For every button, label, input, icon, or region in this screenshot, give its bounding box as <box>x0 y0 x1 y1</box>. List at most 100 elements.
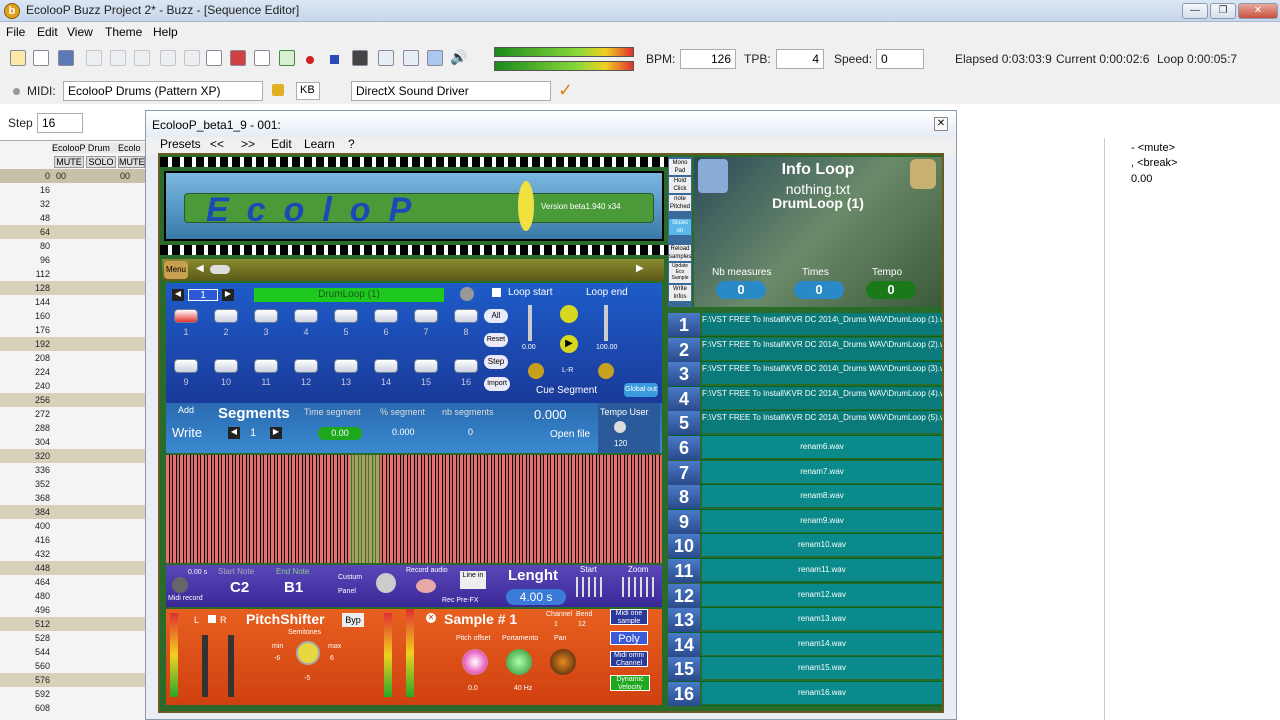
prev-sample-icon[interactable]: ◀ <box>172 289 184 301</box>
sample-slot[interactable]: 5 F:\VST FREE To Install\KVR DC 2014\_Dru… <box>668 411 942 436</box>
zoom-slider[interactable] <box>622 577 656 597</box>
record-audio-button[interactable] <box>416 579 436 593</box>
arrow-left-icon[interactable]: ◀ <box>196 263 204 274</box>
sequence-row[interactable]: 64 <box>0 225 145 239</box>
speed-select[interactable]: 0 <box>876 49 924 69</box>
open-file-icon[interactable] <box>33 50 49 66</box>
sequence-row[interactable]: 304 <box>0 435 145 449</box>
pan-knob[interactable] <box>550 649 576 675</box>
sample-index[interactable]: 1 <box>188 289 218 301</box>
drum-pad-14[interactable] <box>374 359 398 373</box>
sample-slot[interactable]: 9 renam9.wav <box>668 509 942 535</box>
segment-next-icon[interactable]: ▶ <box>270 427 282 439</box>
drum-pad-11[interactable] <box>254 359 278 373</box>
global-out-button[interactable]: Global out <box>624 383 658 397</box>
start-slider[interactable] <box>576 577 606 597</box>
sample-slot-number[interactable]: 9 <box>668 509 700 534</box>
sample-slot-number[interactable]: 11 <box>668 559 700 583</box>
track-header-1[interactable]: EcolooP Drum <box>52 143 118 153</box>
sequence-row[interactable]: 576 <box>0 673 145 687</box>
plugin-close-icon[interactable]: ✕ <box>934 117 948 131</box>
drum-pad-7[interactable] <box>414 309 438 323</box>
sequence-row[interactable]: 512 <box>0 617 145 631</box>
sample-slot[interactable]: 11 renam11.wav <box>668 559 942 584</box>
import-button[interactable]: Import <box>484 377 510 391</box>
play-icon[interactable] <box>279 50 295 66</box>
sequence-row[interactable]: 336 <box>0 463 145 477</box>
sequence-row[interactable]: 320 <box>0 449 145 463</box>
sequence-view-icon[interactable] <box>254 50 270 66</box>
sample-slot-number[interactable]: 14 <box>668 632 700 657</box>
pattern-item-break[interactable]: , <break> <box>1131 157 1177 169</box>
sequence-row[interactable]: 288 <box>0 421 145 435</box>
redo-icon[interactable] <box>184 50 200 66</box>
drum-pad-3[interactable] <box>254 309 278 323</box>
write-infos-button[interactable]: Write Infos <box>669 285 691 301</box>
sample-slot-number[interactable]: 10 <box>668 534 700 559</box>
record-icon[interactable] <box>306 56 314 64</box>
drum-pad-5[interactable] <box>334 309 358 323</box>
sequence-row[interactable]: 176 <box>0 323 145 337</box>
sample-slot[interactable]: 3 F:\VST FREE To Install\KVR DC 2014\_Dru… <box>668 362 942 387</box>
sequence-row[interactable]: 432 <box>0 547 145 561</box>
sequence-row[interactable]: 528 <box>0 631 145 645</box>
sequence-row[interactable]: 240 <box>0 379 145 393</box>
note-pitched-button[interactable]: note Pitched <box>669 195 691 211</box>
stop-icon[interactable] <box>330 55 339 64</box>
sample-slot-number[interactable]: 7 <box>668 460 700 485</box>
sample-slot[interactable]: 4 F:\VST FREE To Install\KVR DC 2014\_Dru… <box>668 386 942 412</box>
sequence-row[interactable]: 272 <box>0 407 145 421</box>
loop-icon[interactable] <box>352 50 368 66</box>
info-icon[interactable] <box>427 50 443 66</box>
slices-on-button[interactable]: Slices on <box>669 219 691 235</box>
sample-close-icon[interactable]: ✕ <box>426 613 436 623</box>
midi-record-knob[interactable] <box>172 577 188 593</box>
all-button[interactable]: All <box>484 309 508 323</box>
sequence-row[interactable]: 560 <box>0 659 145 673</box>
keyboard-toggle[interactable]: KB <box>296 82 320 100</box>
reset-button[interactable]: Reset <box>484 333 508 347</box>
sequence-row[interactable]: 448 <box>0 561 145 575</box>
sample-slot[interactable]: 1 F:\VST FREE To Install\KVR DC 2014\_Dru… <box>668 313 942 338</box>
pattern-item-mute[interactable]: - <mute> <box>1131 142 1175 154</box>
midi-omni-channel-button[interactable]: Midi omni Channel <box>610 651 648 667</box>
sequence-row[interactable]: 368 <box>0 491 145 505</box>
sequence-row[interactable]: 96 <box>0 253 145 267</box>
sequence-row[interactable]: 208 <box>0 351 145 365</box>
wavetable-icon[interactable] <box>378 50 394 66</box>
sample-slot-number[interactable]: 5 <box>668 411 700 436</box>
open-file-button[interactable]: Open file <box>550 429 590 440</box>
close-button[interactable]: ✕ <box>1238 3 1278 19</box>
midi-device-select[interactable]: EcolooP Drums (Pattern XP) <box>63 81 263 101</box>
sample-slot-number[interactable]: 2 <box>668 337 700 362</box>
sample-slot[interactable]: 8 renam8.wav <box>668 485 942 510</box>
drum-pad-6[interactable] <box>374 309 398 323</box>
sample-slot[interactable]: 14 renam14.wav <box>668 632 942 658</box>
sequence-row[interactable]: 416 <box>0 533 145 547</box>
sample-slot[interactable]: 13 renam13.wav <box>668 608 942 633</box>
loop-end-slider[interactable] <box>604 305 608 341</box>
sequence-row[interactable]: 496 <box>0 603 145 617</box>
audio-driver-select[interactable]: DirectX Sound Driver <box>351 81 551 101</box>
next-sample-icon[interactable]: ▶ <box>222 289 234 301</box>
bypass-button[interactable]: Byp <box>342 613 364 627</box>
save-icon[interactable] <box>58 50 74 66</box>
dynamic-velocity-button[interactable]: Dynamic Velocity <box>610 675 650 691</box>
cue-play-icon[interactable]: ▶ <box>560 335 578 353</box>
sequence-row[interactable]: 592 <box>0 687 145 701</box>
menu-view[interactable]: View <box>67 25 93 39</box>
speaker-icon[interactable]: 🔊 <box>450 50 467 66</box>
mono-pad-button[interactable]: Mono Pad <box>669 159 691 175</box>
sample-slot[interactable]: 15 renam15.wav <box>668 657 942 682</box>
tempo-user-knob[interactable] <box>614 421 626 433</box>
sample-slot-number[interactable]: 8 <box>668 485 700 510</box>
tpb-input[interactable]: 4 <box>776 49 824 69</box>
sequence-row[interactable]: 160 <box>0 309 145 323</box>
plugin-menu-next[interactable]: >> <box>241 137 255 151</box>
write-button[interactable]: Write <box>172 425 202 440</box>
apply-check-icon[interactable]: ✓ <box>558 80 573 101</box>
reload-samples-button[interactable]: Reload samples <box>669 245 691 261</box>
sample-slot-number[interactable]: 3 <box>668 362 700 387</box>
drum-pad-15[interactable] <box>414 359 438 373</box>
cue-knob-1[interactable] <box>528 363 544 379</box>
